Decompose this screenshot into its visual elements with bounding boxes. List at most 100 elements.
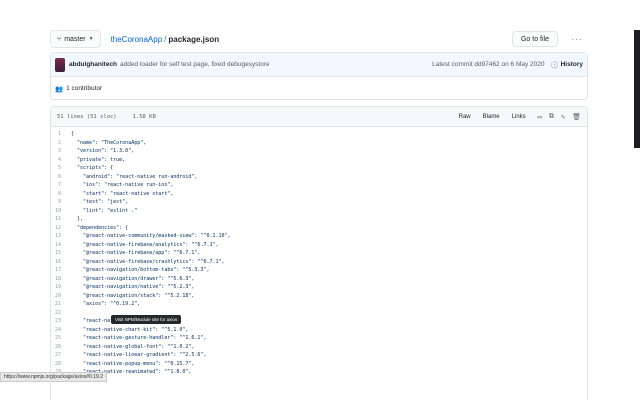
- commit-box: abdulghanitech added loader for self tes…: [50, 52, 588, 100]
- file-viewer: 51 lines (51 sloc) 1.58 KB Raw Blame Lin…: [50, 106, 588, 400]
- line-number[interactable]: 27: [51, 351, 71, 360]
- code-line: 13 "@react-native-community/masked-view"…: [51, 232, 587, 241]
- line-number[interactable]: 22: [51, 309, 71, 318]
- line-number[interactable]: 24: [51, 326, 71, 335]
- branch-selector[interactable]: ⑂ master ▼: [50, 30, 101, 48]
- desktop-icon[interactable]: ▭: [538, 113, 542, 121]
- branch-label: master: [64, 35, 86, 43]
- code-line: 17 "@react-navigation/bottom-tabs": "^5.…: [51, 266, 587, 275]
- line-number[interactable]: 21: [51, 300, 71, 309]
- code-line: 14 "@react-native-firebase/analytics": "…: [51, 241, 587, 250]
- code-line: 2 "name": "TheCoronaApp",: [51, 139, 587, 148]
- line-count: 51 lines (51 sloc): [57, 113, 117, 120]
- line-number[interactable]: 20: [51, 292, 71, 301]
- file-navigation: ⑂ master ▼ theCoronaApp / package.json G…: [50, 29, 588, 49]
- more-options-button[interactable]: ···: [566, 31, 588, 47]
- npm-tooltip: Visit NPM/Module site for axios: [111, 315, 182, 324]
- raw-button[interactable]: Raw: [454, 112, 476, 122]
- line-number[interactable]: 3: [51, 147, 71, 156]
- pencil-icon[interactable]: ✎: [561, 113, 565, 121]
- line-number[interactable]: 17: [51, 266, 71, 275]
- links-button[interactable]: Links: [507, 112, 531, 122]
- trash-icon[interactable]: 🗑: [572, 113, 581, 121]
- line-number[interactable]: 7: [51, 181, 71, 190]
- commit-message[interactable]: added loader for self test page, fixed d…: [120, 61, 270, 68]
- blame-button[interactable]: Blame: [478, 112, 505, 122]
- code-body: 1{2 "name": "TheCoronaApp", 3 "version": …: [51, 127, 587, 377]
- status-bar-url: https://www.npmjs.org/package/axios#0.19…: [0, 372, 107, 382]
- history-label: History: [560, 61, 583, 68]
- line-content: "android": "react-native run-android",: [71, 173, 198, 180]
- line-number[interactable]: 19: [51, 283, 71, 292]
- file-size: 1.58 KB: [132, 113, 156, 120]
- code-line: 1{: [51, 130, 587, 139]
- line-number[interactable]: 11: [51, 215, 71, 224]
- code-line: 27 "react-native-linear-gradient": "^2.5…: [51, 351, 587, 360]
- line-number[interactable]: 9: [51, 198, 71, 207]
- breadcrumb-separator: /: [164, 34, 167, 44]
- code-line: 6 "android": "react-native run-android",: [51, 173, 587, 182]
- commit-author[interactable]: abdulghanitech: [69, 61, 117, 68]
- file-name: package.json: [168, 34, 220, 44]
- line-number[interactable]: 2: [51, 139, 71, 148]
- line-number[interactable]: 26: [51, 343, 71, 352]
- code-line: 16 "@react-native-firebase/crashlytics":…: [51, 258, 587, 267]
- line-number[interactable]: 14: [51, 241, 71, 250]
- line-number[interactable]: 12: [51, 224, 71, 233]
- code-line: 5 "scripts": {: [51, 164, 587, 173]
- line-content: "start": "react-native start",: [71, 190, 174, 197]
- line-content: "name": "TheCoronaApp",: [71, 139, 147, 146]
- go-to-file-button[interactable]: Go to file: [511, 31, 558, 47]
- copy-icon[interactable]: ⧉: [549, 112, 554, 121]
- line-number[interactable]: 23: [51, 317, 71, 326]
- code-line: 20 "@react-navigation/stack": "^5.2.18",: [51, 292, 587, 301]
- line-number[interactable]: 4: [51, 156, 71, 165]
- line-content: "lint": "eslint .": [71, 207, 138, 214]
- scrollbar-edge[interactable]: [634, 30, 640, 148]
- line-content: "@react-navigation/native": "^5.2.3",: [71, 284, 195, 290]
- line-content: "@react-navigation/stack": "^5.2.18",: [71, 292, 195, 299]
- line-content: "axios": "^0.19.2",: [71, 301, 141, 307]
- code-line: 4 "private": true,: [51, 156, 587, 165]
- line-content: "@react-navigation/bottom-tabs": "^5.3.3…: [71, 267, 210, 273]
- code-line: 29 "react-native-reanimated": "^1.8.0",: [51, 368, 587, 377]
- line-number[interactable]: 15: [51, 249, 71, 258]
- code-line: 19 "@react-navigation/native": "^5.2.3",: [51, 283, 587, 292]
- line-number[interactable]: 18: [51, 275, 71, 284]
- code-line: 8 "start": "react-native start",: [51, 190, 587, 199]
- code-line: 9 "test": "jest",: [51, 198, 587, 207]
- contributors-label: 1 contributor: [66, 85, 103, 92]
- line-number[interactable]: 1: [51, 130, 71, 139]
- line-number[interactable]: 16: [51, 258, 71, 267]
- line-content: "react-native-chart-kit": "^5.1.0",: [71, 326, 189, 333]
- line-number[interactable]: 13: [51, 232, 71, 241]
- code-line: 24 "react-native-chart-kit": "^5.1.0",: [51, 326, 587, 335]
- line-content: "react-native-gesture-handler": "^1.6.1"…: [71, 335, 207, 341]
- line-number[interactable]: 25: [51, 334, 71, 343]
- chevron-down-icon: ▼: [88, 36, 94, 42]
- line-content: {: [71, 131, 75, 137]
- line-number[interactable]: 8: [51, 190, 71, 199]
- history-button[interactable]: 🕓 History: [551, 61, 584, 69]
- contributors-row[interactable]: 👥 1 contributor: [51, 77, 587, 100]
- line-content: "private": true,: [71, 156, 126, 163]
- line-number[interactable]: 5: [51, 164, 71, 173]
- people-icon: 👥: [55, 85, 64, 93]
- code-line: 12 "dependencies": {: [51, 224, 587, 233]
- line-number[interactable]: 10: [51, 207, 71, 216]
- line-number[interactable]: 6: [51, 173, 71, 182]
- code-line: 26 "react-native-global-font": "^1.0.2",: [51, 343, 587, 352]
- avatar[interactable]: [55, 57, 65, 72]
- line-content: "@react-native-firebase/analytics": "^6.…: [71, 241, 219, 248]
- latest-commit-row: abdulghanitech added loader for self tes…: [51, 53, 587, 77]
- code-line: 3 "version": "1.3.0",: [51, 147, 587, 156]
- latest-commit-info[interactable]: Latest commit dd97462 on 6 May 2020: [432, 61, 544, 68]
- line-content: "react-native-popup-menu": "^0.15.7",: [71, 360, 195, 367]
- line-content: "ios": "react-native run-ios",: [71, 182, 174, 188]
- repo-link[interactable]: theCoronaApp: [111, 35, 163, 44]
- line-content: "test": "jest",: [71, 199, 129, 205]
- code-line: 25 "react-native-gesture-handler": "^1.6…: [51, 334, 587, 343]
- line-content: "version": "1.3.0",: [71, 148, 135, 154]
- line-number[interactable]: 28: [51, 360, 71, 369]
- line-content: "scripts": {: [71, 165, 114, 171]
